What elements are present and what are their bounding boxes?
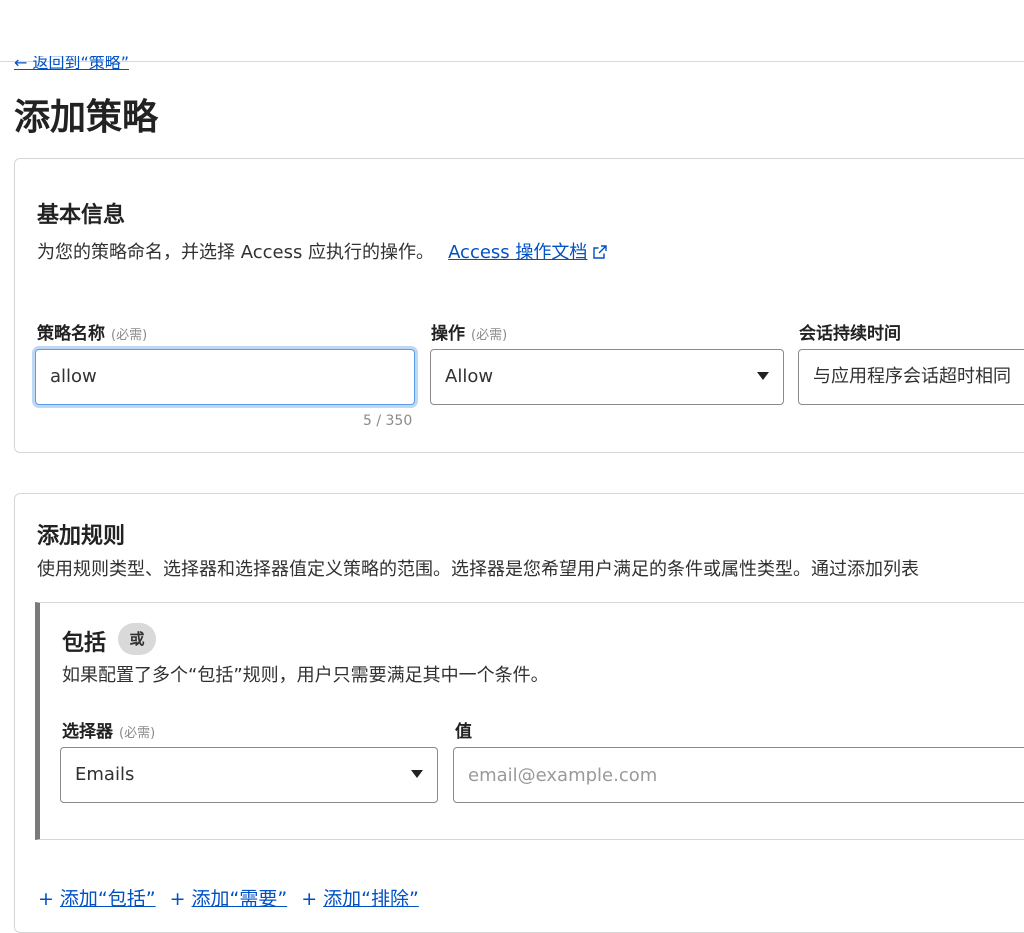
action-select-value: Allow [445, 366, 494, 387]
selector-select-value: Emails [75, 764, 135, 785]
selector-label-text: 选择器 [62, 722, 113, 742]
action-select[interactable]: Allow [430, 349, 784, 405]
add-require-link[interactable]: 添加“需要” [192, 888, 288, 910]
add-exclude-link[interactable]: 添加“排除” [323, 888, 419, 910]
include-description: 如果配置了多个“包括”规则，用户只需要满足其中一个条件。 [62, 665, 549, 686]
add-rules-description: 使用规则类型、选择器和选择器值定义策略的范围。选择器是您希望用户满足的条件或属性… [37, 559, 919, 580]
selector-select[interactable]: Emails [60, 747, 438, 803]
selector-label: 选择器 (必需) [62, 717, 155, 742]
add-rules-card: 添加规则 使用规则类型、选择器和选择器值定义策略的范围。选择器是您希望用户满足的… [14, 493, 1024, 933]
top-bar [0, 0, 1024, 62]
plus-icon: + [301, 888, 318, 910]
plus-icon: + [169, 888, 186, 910]
policy-name-char-counter: 5 / 350 [363, 413, 413, 429]
session-duration-label: 会话持续时间 [799, 324, 901, 344]
policy-name-input[interactable]: allow [35, 349, 415, 405]
basic-info-title: 基本信息 [37, 203, 126, 228]
chevron-down-icon [411, 770, 423, 778]
access-docs-link[interactable]: Access 操作文档 [448, 242, 608, 263]
external-link-icon [593, 245, 608, 259]
back-to-policies-link[interactable]: ← 返回到“策略” [14, 56, 129, 74]
basic-info-card: 基本信息 为您的策略命名，并选择 Access 应执行的操作。 Access 操作… [14, 158, 1024, 453]
session-duration-select[interactable]: 与应用程序会话超时相同 [798, 349, 1024, 405]
policy-name-required: (必需) [111, 328, 148, 343]
chevron-down-icon [757, 372, 769, 380]
action-required: (必需) [471, 328, 508, 343]
selector-required: (必需) [119, 726, 156, 741]
plus-icon: + [38, 888, 54, 910]
action-label: 操作 (必需) [431, 319, 507, 344]
basic-info-description-text: 为您的策略命名，并选择 Access 应执行的操作。 [37, 242, 435, 263]
add-rules-title: 添加规则 [37, 524, 126, 549]
access-docs-link-label: Access 操作文档 [448, 242, 588, 263]
policy-name-label-text: 策略名称 [37, 324, 105, 344]
add-rule-actions: + 添加“包括” + 添加“需要” + 添加“排除” [38, 884, 433, 911]
value-label: 值 [455, 722, 472, 742]
email-value-input[interactable] [453, 747, 1024, 803]
include-title: 包括 [62, 631, 107, 656]
or-badge: 或 [118, 623, 156, 655]
action-label-text: 操作 [431, 324, 465, 344]
policy-name-label: 策略名称 (必需) [37, 319, 147, 344]
basic-info-description: 为您的策略命名，并选择 Access 应执行的操作。 Access 操作文档 [37, 238, 608, 264]
add-include-link[interactable]: 添加“包括” [60, 888, 156, 910]
page-title: 添加策略 [14, 97, 159, 138]
include-rule-group: 包括 或 如果配置了多个“包括”规则，用户只需要满足其中一个条件。 选择器 (必需… [35, 602, 1024, 840]
